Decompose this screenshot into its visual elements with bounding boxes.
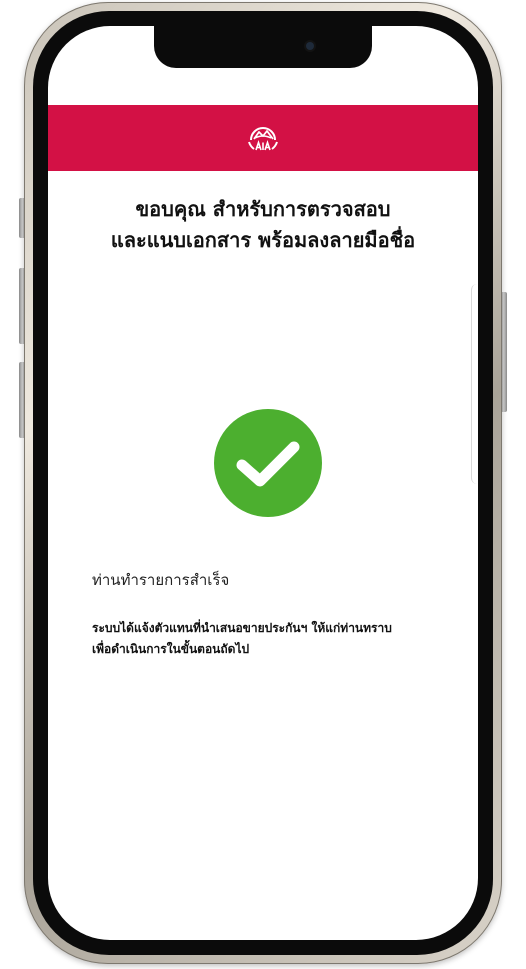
camera-icon	[306, 42, 314, 50]
screen-edge-reflection	[471, 284, 478, 484]
phone-screen: ขอบคุณ สำหรับการตรวจสอบ และแนบเอกสาร พร้…	[48, 26, 478, 940]
aia-logo	[248, 127, 278, 151]
status-text: ท่านทำรายการสำเร็จ	[92, 571, 230, 589]
detail-text: ระบบได้แจ้งตัวแทนที่นำเสนอขายประกันฯ ให้…	[92, 618, 462, 660]
checkmark-icon	[236, 441, 300, 487]
detail-line-2: เพื่อดำเนินการในขั้นตอนถัดไป	[92, 642, 250, 656]
title-line-1: ขอบคุณ สำหรับการตรวจสอบ	[135, 197, 391, 221]
title-line-2: และแนบเอกสาร พร้อมลงลายมือชื่อ	[110, 228, 416, 252]
check-circle-icon	[214, 409, 322, 517]
phone-mockup: ขอบคุณ สำหรับการตรวจสอบ และแนบเอกสาร พร้…	[0, 0, 526, 969]
header-bar	[48, 105, 478, 171]
detail-line-1: ระบบได้แจ้งตัวแทนที่นำเสนอขายประกันฯ ให้…	[92, 621, 392, 635]
page-title: ขอบคุณ สำหรับการตรวจสอบ และแนบเอกสาร พร้…	[48, 194, 478, 256]
notch	[154, 26, 372, 68]
